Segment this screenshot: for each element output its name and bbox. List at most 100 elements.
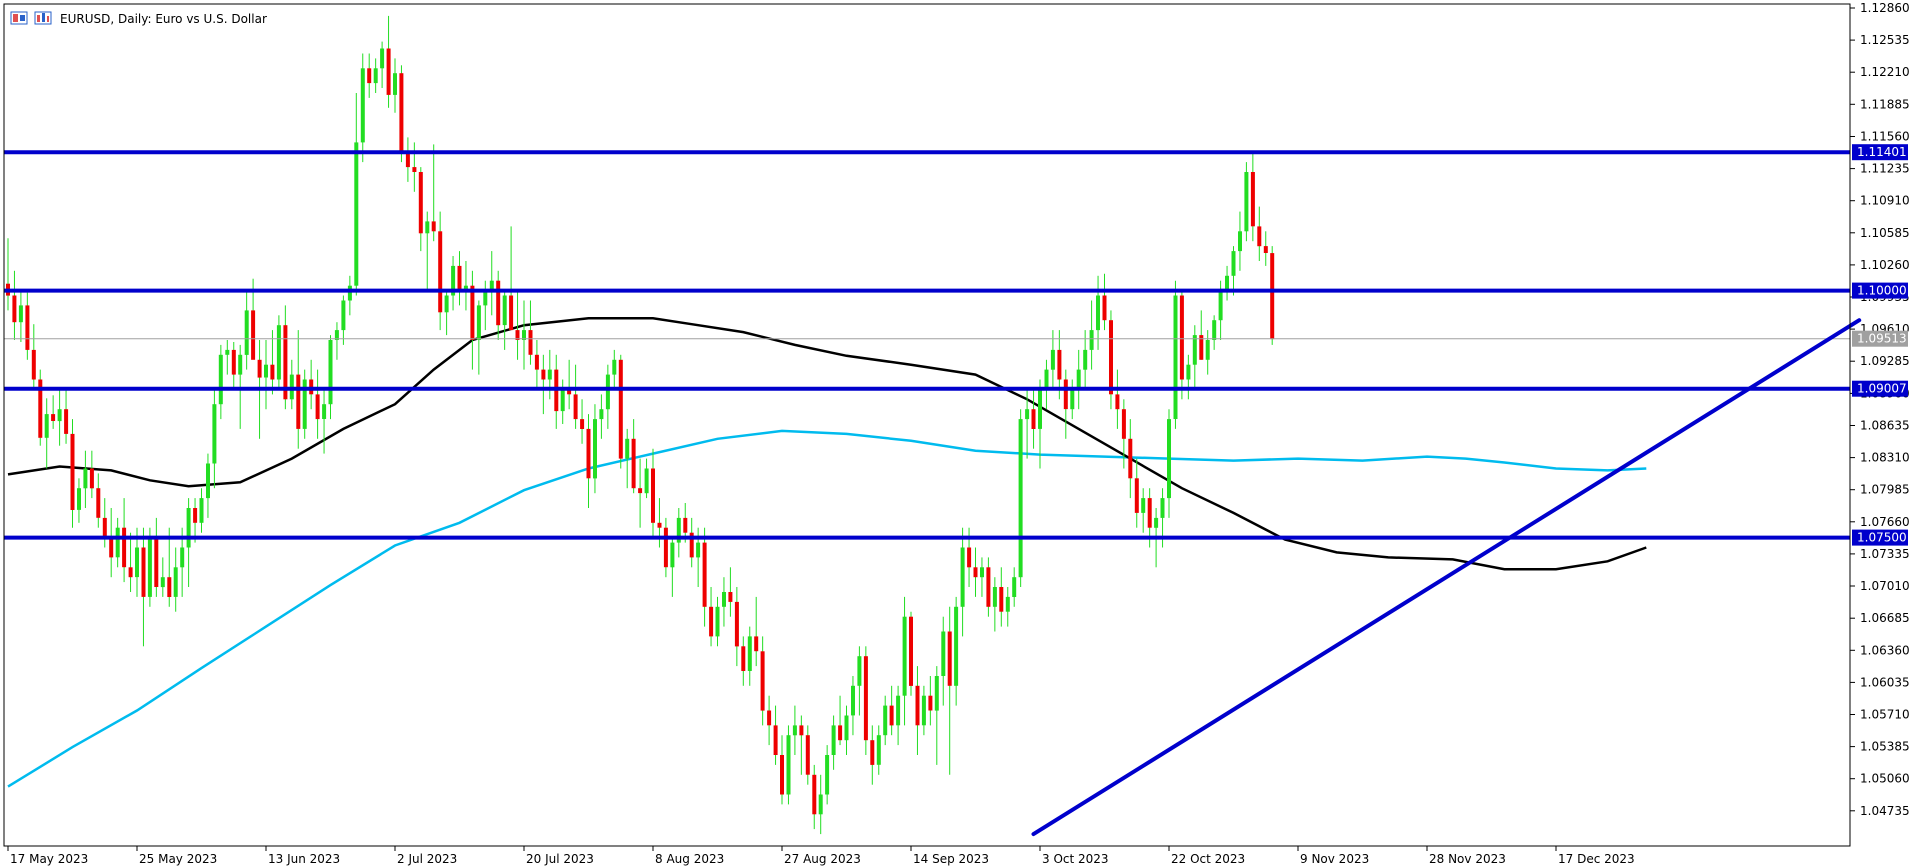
- candle-body: [838, 725, 843, 741]
- candle-body: [967, 547, 972, 568]
- candle-body: [70, 433, 75, 510]
- candle-body: [1044, 369, 1049, 390]
- candle-body: [25, 305, 30, 350]
- candle-body: [683, 517, 688, 533]
- candle-body: [928, 695, 933, 711]
- candle-body: [605, 374, 610, 410]
- candle-body: [593, 419, 597, 479]
- candle-body: [1063, 379, 1068, 410]
- candle-body: [547, 369, 552, 380]
- candle-body: [328, 340, 333, 405]
- candle-body: [941, 631, 946, 676]
- candle-body: [444, 295, 449, 313]
- candle-body: [618, 359, 623, 459]
- level-price-label: 1.09007: [1857, 382, 1907, 396]
- chart-type-icon[interactable]: [34, 11, 52, 25]
- candle-body: [18, 305, 23, 323]
- candle-body: [612, 359, 617, 375]
- candle-body: [457, 265, 462, 291]
- y-tick-label: 1.11235: [1860, 162, 1910, 176]
- candle: [302, 369, 307, 439]
- candle-body: [1012, 577, 1017, 597]
- candle-body: [64, 409, 69, 434]
- candle-body: [1076, 369, 1081, 390]
- candle-body: [747, 636, 752, 671]
- candle-body: [225, 349, 230, 355]
- candle-body: [1225, 275, 1229, 291]
- candle-body: [244, 310, 249, 355]
- candle-body: [315, 394, 320, 420]
- candle-body: [231, 349, 236, 375]
- candle-body: [741, 646, 746, 671]
- candle-body: [109, 537, 114, 558]
- candles-toggle-icon[interactable]: [10, 11, 28, 25]
- candle-body: [934, 676, 939, 711]
- y-tick-label: 1.08310: [1860, 451, 1910, 465]
- candle-body: [96, 488, 101, 518]
- candle-body: [857, 656, 862, 686]
- candle-body: [154, 537, 159, 587]
- candle-body: [715, 606, 720, 637]
- candle-body: [644, 468, 649, 494]
- x-tick-label: 9 Nov 2023: [1300, 852, 1369, 866]
- chart-background: [0, 0, 1910, 867]
- candle: [1018, 409, 1023, 587]
- candle-body: [496, 280, 501, 326]
- candle-body: [257, 359, 262, 378]
- candle-body: [992, 587, 997, 607]
- y-tick-label: 1.06035: [1860, 675, 1910, 689]
- candle: [909, 611, 913, 696]
- x-tick-label: 8 Aug 2023: [655, 852, 724, 866]
- x-tick-label: 27 Aug 2023: [784, 852, 861, 866]
- x-tick-label: 3 Oct 2023: [1042, 852, 1109, 866]
- candle-body: [599, 409, 604, 420]
- candle-body: [1115, 394, 1120, 410]
- candle-body: [386, 48, 391, 95]
- candle-body: [825, 755, 830, 795]
- y-tick-label: 1.06360: [1860, 643, 1910, 657]
- candle-body: [251, 310, 256, 360]
- candle-body: [1070, 389, 1075, 410]
- candle-body: [954, 606, 959, 686]
- candle-body: [180, 547, 185, 568]
- candle-body: [1238, 231, 1242, 252]
- candle-body: [367, 68, 372, 84]
- candle-body: [1212, 320, 1217, 340]
- candle-body: [947, 631, 952, 686]
- candle-body: [767, 710, 772, 726]
- level-price-label: 1.10000: [1857, 284, 1907, 298]
- candle: [618, 354, 623, 469]
- candle-body: [438, 231, 443, 313]
- candle-body: [393, 73, 397, 95]
- candle-body: [102, 517, 107, 538]
- price-chart[interactable]: 1.12860 1.12535 1.12210 1.11885 1.11560 1.112…: [0, 0, 1910, 867]
- candle-body: [792, 725, 797, 736]
- candle-body: [128, 567, 133, 578]
- x-tick-label: 14 Sep 2023: [913, 852, 989, 866]
- candle-body: [199, 498, 204, 523]
- candle-body: [580, 419, 585, 429]
- candle-body: [831, 725, 836, 755]
- candle: [1173, 280, 1178, 429]
- candle-body: [1089, 330, 1094, 350]
- candle-body: [509, 295, 514, 331]
- candle-body: [663, 527, 668, 568]
- candle-body: [960, 547, 965, 607]
- candle-body: [870, 740, 875, 765]
- candle-body: [360, 68, 365, 143]
- candle-body: [12, 295, 17, 323]
- candle-body: [889, 705, 894, 726]
- candle-body: [728, 592, 733, 602]
- y-tick-label: 1.09285: [1860, 354, 1910, 368]
- candle-body: [193, 508, 198, 523]
- candle-body: [1250, 172, 1255, 227]
- candle-body: [502, 295, 507, 326]
- y-tick-label: 1.07660: [1860, 515, 1910, 529]
- candle-body: [921, 695, 926, 726]
- candle-body: [89, 468, 94, 489]
- y-tick-label: 1.06685: [1860, 611, 1910, 625]
- candle-body: [1018, 419, 1023, 578]
- candle-body: [238, 354, 243, 375]
- candle-body: [805, 735, 810, 775]
- candle-body: [160, 577, 165, 588]
